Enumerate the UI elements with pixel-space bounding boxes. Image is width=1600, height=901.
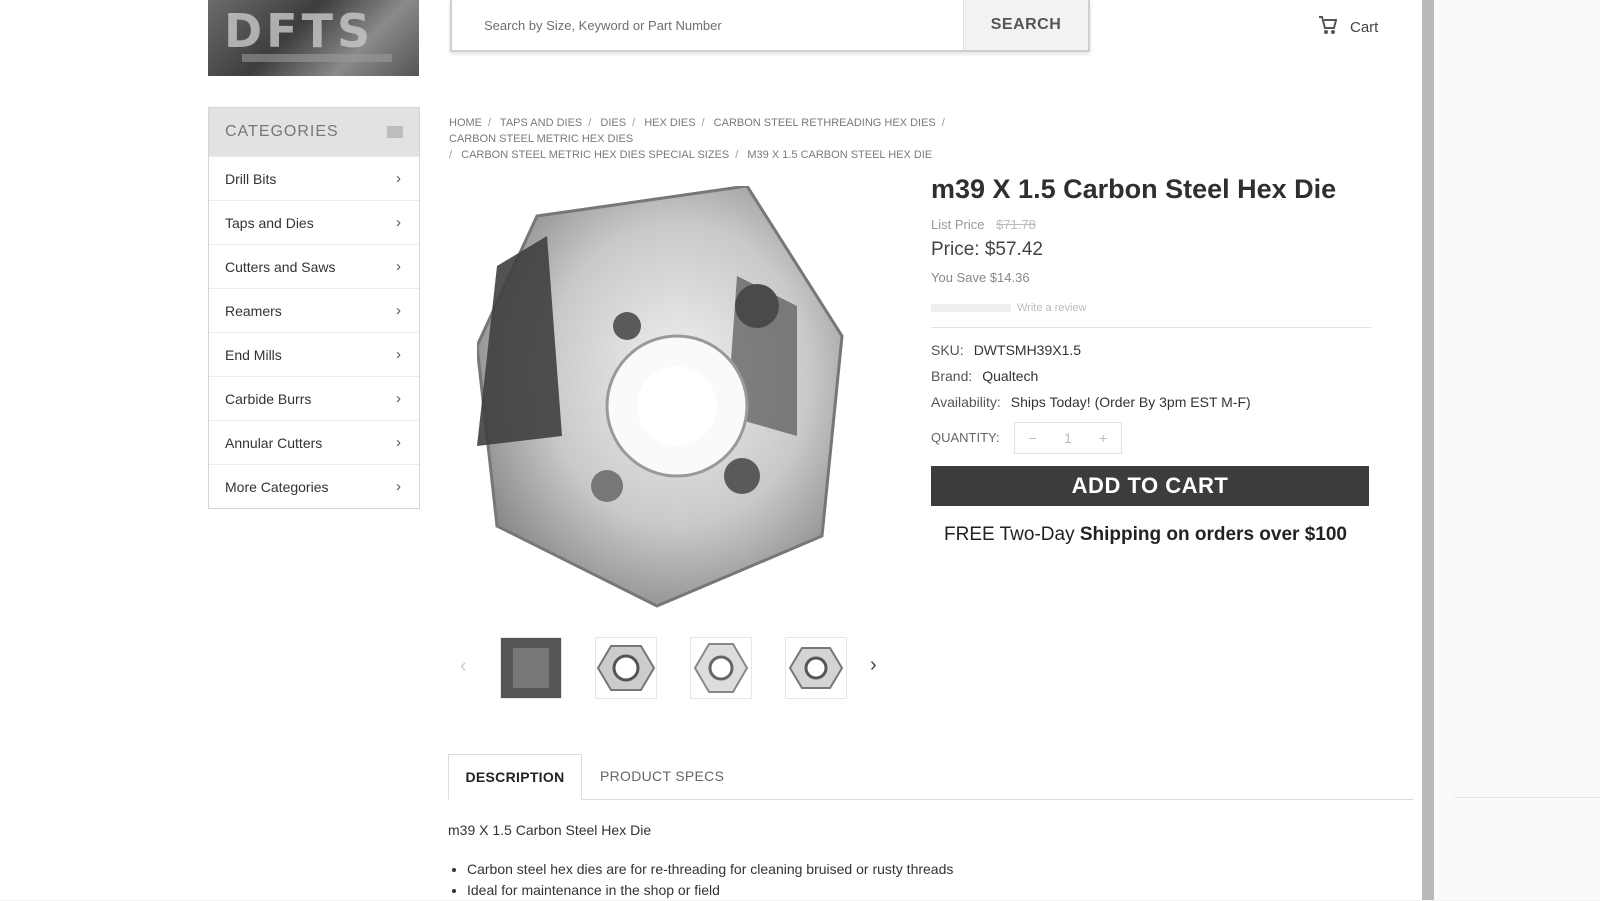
brand-value[interactable]: Qualtech [982, 368, 1038, 384]
breadcrumb-link[interactable]: Carbon Steel Rethreading Hex Dies [714, 117, 936, 129]
breadcrumb-separator: / [941, 117, 945, 129]
sidebar-title: CATEGORIES [225, 123, 339, 140]
search-input[interactable] [452, 0, 963, 50]
breadcrumb-separator: / [588, 117, 592, 129]
sidebar-header[interactable]: CATEGORIES [209, 108, 419, 156]
logo-text: DFTS [224, 4, 375, 58]
chevron-right-icon: › [396, 258, 401, 275]
chevron-right-icon: › [396, 346, 401, 363]
page: DFTS SEARCH Cart CATEGORIES Drill Bits › … [0, 0, 1430, 900]
quantity-label: QUANTITY: [931, 430, 1000, 445]
list-item: Carbon steel hex dies are for re-threadi… [467, 859, 953, 880]
sidebar-item-label: Carbide Burrs [225, 390, 312, 407]
product-price: Price: $57.42 [931, 239, 1043, 260]
sku-row: SKU: DWTSMH39X1.5 [931, 342, 1081, 358]
brand-label: Brand: [931, 368, 973, 384]
breadcrumb-current: M39 X 1.5 Carbon Steel Hex Die [747, 149, 933, 161]
sidebar-item-cutters-and-saws[interactable]: Cutters and Saws › [209, 244, 419, 288]
cart-icon [1318, 14, 1338, 40]
breadcrumb-link[interactable]: Home [449, 117, 482, 129]
chevron-right-icon: › [396, 434, 401, 451]
product-tabs: DESCRIPTION PRODUCT SPECS [448, 754, 1413, 800]
sku-value: DWTSMH39X1.5 [973, 342, 1082, 358]
search-bar: SEARCH [450, 0, 1090, 52]
product-thumbnail[interactable] [500, 637, 562, 699]
quantity-increase-button[interactable]: + [1099, 430, 1107, 446]
product-thumbnail[interactable] [785, 637, 847, 699]
free-shipping-banner: FREE Two-Day Shipping on orders over $10… [944, 524, 1347, 546]
sidebar-item-end-mills[interactable]: End Mills › [209, 332, 419, 376]
breadcrumb-link[interactable]: Carbon Steel Metric Hex Dies Special Siz… [461, 149, 729, 161]
sidebar-item-label: Annular Cutters [225, 434, 323, 451]
product-thumbnail[interactable] [595, 637, 657, 699]
tab-description[interactable]: DESCRIPTION [448, 754, 582, 800]
description-title: m39 X 1.5 Carbon Steel Hex Die [448, 822, 652, 838]
sidebar-item-label: More Categories [225, 478, 329, 495]
sidebar-item-more-categories[interactable]: More Categories › [209, 464, 419, 508]
add-to-cart-button[interactable]: ADD TO CART [931, 466, 1369, 506]
sidebar-item-carbide-burrs[interactable]: Carbide Burrs › [209, 376, 419, 420]
rating-stars-icon [931, 304, 1011, 312]
free-shipping-bold: Shipping on orders over $100 [1079, 524, 1347, 545]
list-price-label: List Price [931, 217, 985, 232]
chevron-right-icon: › [396, 302, 401, 319]
chevron-right-icon: › [396, 478, 401, 495]
breadcrumb-link[interactable]: Dies [600, 117, 626, 129]
chevron-right-icon: › [396, 170, 401, 187]
quantity-value[interactable]: 1 [1064, 430, 1072, 446]
breadcrumb: Home / Taps and Dies / Dies / Hex Dies / Car… [449, 115, 1129, 163]
quantity-stepper: − 1 + [1014, 422, 1122, 454]
description-bullets: Carbon steel hex dies are for re-threadi… [448, 859, 953, 901]
availability-label: Availability: [931, 394, 1001, 410]
cart-label: Cart [1350, 18, 1379, 36]
availability-value: Ships Today! (Order By 3pm EST M-F) [1010, 394, 1251, 410]
brand-row: Brand: Qualtech [931, 368, 1038, 384]
breadcrumb-link[interactable]: Hex Dies [644, 117, 695, 129]
sidebar-item-taps-and-dies[interactable]: Taps and Dies › [209, 200, 419, 244]
breadcrumb-separator: / [701, 117, 705, 129]
cart-link[interactable]: Cart [1318, 14, 1378, 40]
quantity-decrease-button[interactable]: − [1029, 430, 1037, 446]
free-shipping-prefix: FREE Two-Day [944, 524, 1080, 545]
breadcrumb-link[interactable]: Taps and Dies [500, 117, 582, 129]
sidebar-item-annular-cutters[interactable]: Annular Cutters › [209, 420, 419, 464]
sidebar-item-label: Taps and Dies [225, 214, 314, 231]
write-review-link[interactable]: Write a review [1017, 302, 1086, 314]
chevron-right-icon: › [396, 390, 401, 407]
list-price-value: $71.78 [996, 217, 1036, 232]
breadcrumb-separator: / [488, 117, 492, 129]
breadcrumb-separator: / [632, 117, 636, 129]
you-save: You Save $14.36 [931, 270, 1030, 285]
breadcrumb-separator: / [449, 149, 453, 161]
right-gutter [1434, 0, 1600, 900]
reviews-row: Write a review [931, 302, 1086, 314]
breadcrumb-separator: / [735, 149, 739, 161]
chevron-right-icon: › [396, 214, 401, 231]
page-scroll-edge [1422, 0, 1434, 900]
site-logo[interactable]: DFTS [208, 0, 419, 76]
divider [931, 327, 1371, 328]
sidebar-item-label: Reamers [225, 302, 282, 319]
product-thumbnail[interactable] [690, 637, 752, 699]
menu-icon [387, 126, 403, 138]
search-button[interactable]: SEARCH [963, 0, 1088, 50]
thumbnail-next-icon[interactable]: › [870, 654, 877, 677]
list-item: Ideal for maintenance in the shop or fie… [467, 880, 953, 901]
tab-product-specs[interactable]: PRODUCT SPECS [600, 754, 724, 798]
product-main-image[interactable] [475, 184, 857, 608]
product-title: m39 X 1.5 Carbon Steel Hex Die [931, 174, 1337, 204]
logo-tagline-bar [242, 54, 392, 62]
sidebar-item-label: Cutters and Saws [225, 258, 336, 275]
list-price: List Price $71.78 [931, 217, 1036, 232]
sidebar-item-reamers[interactable]: Reamers › [209, 288, 419, 332]
sku-label: SKU: [931, 342, 964, 358]
availability-row: Availability: Ships Today! (Order By 3pm … [931, 394, 1251, 410]
breadcrumb-link[interactable]: Carbon Steel Metric Hex Dies [449, 133, 633, 145]
sidebar-item-label: End Mills [225, 346, 282, 363]
sidebar-item-drill-bits[interactable]: Drill Bits › [209, 156, 419, 200]
sidebar-item-label: Drill Bits [225, 170, 277, 187]
thumbnail-prev-icon[interactable]: ‹ [460, 655, 467, 678]
divider [1454, 797, 1600, 798]
category-sidebar: CATEGORIES Drill Bits › Taps and Dies › Cu… [208, 107, 420, 509]
